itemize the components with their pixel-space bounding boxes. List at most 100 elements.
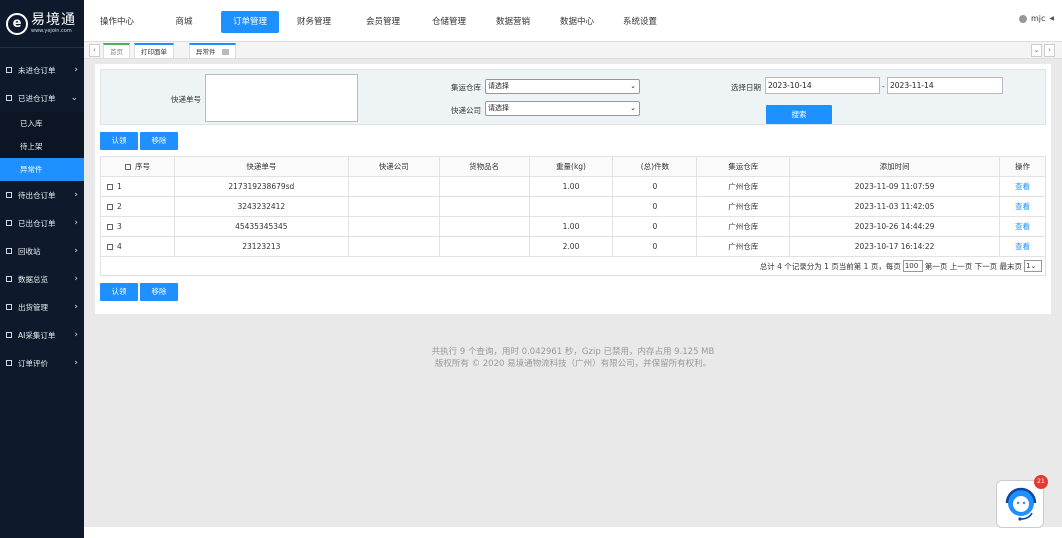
tab-bar: ‹ 首页 打印面单 异常件 ⌄ ›: [84, 42, 1062, 59]
footer: 共执行 9 个查询，用时 0.042961 秒，Gzip 已禁用，内存占用 9.…: [84, 346, 1062, 370]
content-panel: 快递单号 集运仓库 请选择 ⌄ 快递公司 请选择 ⌄ 选择日期 2023-10-…: [95, 64, 1051, 314]
tab-scroll-left-icon[interactable]: ‹: [89, 44, 100, 57]
date-to-input[interactable]: 2023-11-14: [887, 77, 1003, 94]
brand-name: 易境通: [31, 12, 76, 28]
menu-square-icon: [6, 248, 12, 254]
chevron-down-icon: ⌄: [70, 93, 78, 103]
view-link[interactable]: 查看: [1015, 182, 1030, 191]
cell-count: 0: [612, 236, 698, 257]
cell-time: 2023-11-03 11:42:05: [789, 196, 1000, 217]
row-checkbox[interactable]: [107, 184, 113, 190]
tracking-label: 快递单号: [171, 95, 201, 104]
tab-print-label[interactable]: 打印面单: [134, 43, 174, 59]
chevron-right-icon: ›: [74, 274, 78, 284]
caret-left-icon: ◀: [1049, 15, 1054, 22]
top-nav-item[interactable]: 订单管理: [221, 11, 279, 33]
top-nav-item[interactable]: 会员管理: [353, 11, 413, 33]
select-all-checkbox[interactable]: [124, 164, 131, 170]
user-avatar-icon: [1018, 14, 1027, 23]
tab-close-icon[interactable]: [221, 49, 229, 55]
sidebar-item-label: 已进仓订单: [18, 93, 56, 103]
courier-select[interactable]: 请选择 ⌄: [485, 101, 640, 116]
col-header-warehouse: 集运仓库: [696, 156, 791, 177]
remove-button-top[interactable]: 移除: [140, 132, 178, 150]
menu-square-icon: [6, 95, 12, 101]
top-nav-item[interactable]: 系统设置: [612, 11, 668, 33]
notification-badge: 21: [1034, 475, 1048, 489]
cell-goods: [438, 216, 530, 237]
sidebar-item[interactable]: 订单评价 ›: [0, 349, 84, 377]
chevron-right-icon: ›: [74, 190, 78, 200]
tab-home[interactable]: 首页: [103, 43, 130, 59]
sidebar: e 易境通 www.yejoin.com 未进仓订单 › 已进仓订单 ⌄ 已入库 待上架异…: [0, 0, 84, 538]
row-checkbox[interactable]: [107, 244, 113, 250]
chevron-right-icon: ›: [74, 302, 78, 312]
sidebar-item[interactable]: 已出仓订单 ›: [0, 209, 84, 237]
page-select[interactable]: 1⌄: [1024, 260, 1042, 272]
sidebar-item-label: 订单评价: [18, 358, 48, 368]
remove-button-bottom[interactable]: 移除: [140, 283, 178, 301]
footer-copyright: 版权所有 © 2020 易境通物流科技（广州）有限公司，并保留所有权利。: [434, 359, 712, 369]
col-header-no: 序号: [100, 156, 175, 177]
col-header-count: (总)件数: [612, 156, 698, 177]
cell-courier: [347, 236, 440, 257]
cell-weight: 1.00: [528, 216, 614, 237]
cell-goods: [438, 176, 530, 197]
tab-scroll-right-icon[interactable]: ›: [1044, 44, 1055, 57]
topbar: 操作中心 商城 订单管理 财务管理 会员管理 仓储管理 数据营销 数据中心 系统设置 mjc ◀: [84, 0, 1062, 42]
sidebar-item[interactable]: 已进仓订单 ⌄: [0, 84, 84, 112]
cell-courier: [347, 196, 440, 217]
sidebar-item[interactable]: 待出仓订单 ›: [0, 181, 84, 209]
tab-exceptions[interactable]: 异常件: [189, 43, 236, 59]
logo[interactable]: e 易境通 www.yejoin.com: [0, 0, 84, 48]
menu-square-icon: [6, 220, 12, 226]
table-row: 2 3243232412 0 广州仓库 2023-11-03 11:42:05 查看: [100, 196, 1046, 217]
cell-goods: [438, 236, 530, 257]
top-nav-item[interactable]: 仓储管理: [421, 11, 477, 33]
cell-count: 0: [612, 216, 698, 237]
cell-tracking: 217319238679sd: [173, 176, 349, 197]
sidebar-item[interactable]: AI采集订单 ›: [0, 321, 84, 349]
tab-exceptions-label: 异常件: [196, 48, 216, 56]
tracking-textarea[interactable]: [205, 74, 358, 122]
view-link[interactable]: 查看: [1015, 202, 1030, 211]
tab-menu-icon[interactable]: ⌄: [1031, 44, 1042, 57]
row-checkbox[interactable]: [107, 204, 113, 210]
col-header-goods: 货物品名: [438, 156, 530, 177]
claim-button-bottom[interactable]: 认领: [100, 283, 138, 301]
sidebar-item[interactable]: 出货管理 ›: [0, 293, 84, 321]
top-nav-item[interactable]: 财务管理: [286, 11, 342, 33]
sidebar-subitem[interactable]: 异常件: [0, 158, 84, 181]
bottom-strip: [84, 527, 1062, 538]
brand-url: www.yejoin.com: [31, 28, 72, 34]
cell-warehouse: 广州仓库: [696, 216, 791, 237]
top-nav-item[interactable]: 商城: [154, 11, 214, 33]
cell-count: 0: [612, 176, 698, 197]
cell-courier: [347, 216, 440, 237]
sidebar-item[interactable]: 未进仓订单 ›: [0, 56, 84, 84]
col-header-tracking: 快递单号: [173, 156, 349, 177]
view-link[interactable]: 查看: [1015, 242, 1030, 251]
sidebar-item[interactable]: 回收站 ›: [0, 237, 84, 265]
customer-support-button[interactable]: 21: [996, 475, 1048, 528]
view-link[interactable]: 查看: [1015, 222, 1030, 231]
page-size-input[interactable]: 100: [902, 260, 923, 272]
chevron-down-icon: ⌄: [630, 82, 636, 90]
sidebar-subitem[interactable]: 已入库: [0, 112, 84, 135]
sidebar-subitem[interactable]: 待上架: [0, 135, 84, 158]
cell-tracking: 45435345345: [173, 216, 349, 237]
warehouse-select[interactable]: 请选择 ⌄: [485, 79, 640, 94]
claim-button-top[interactable]: 认领: [100, 132, 138, 150]
menu-square-icon: [6, 192, 12, 198]
pager-links[interactable]: 第一页 上一页 下一页 最末页: [925, 261, 1022, 272]
cell-no: 2: [100, 196, 175, 217]
top-nav-item[interactable]: 数据营销: [484, 11, 542, 33]
top-nav-item[interactable]: 操作中心: [84, 11, 150, 33]
top-nav-item[interactable]: 数据中心: [550, 11, 604, 33]
user-menu[interactable]: mjc ◀: [1018, 14, 1054, 23]
sidebar-item[interactable]: 数据总览 ›: [0, 265, 84, 293]
row-checkbox[interactable]: [107, 224, 113, 230]
date-from-input[interactable]: 2023-10-14: [765, 77, 880, 94]
search-button[interactable]: 搜索: [766, 105, 832, 124]
chevron-down-icon: ⌄: [630, 104, 636, 112]
